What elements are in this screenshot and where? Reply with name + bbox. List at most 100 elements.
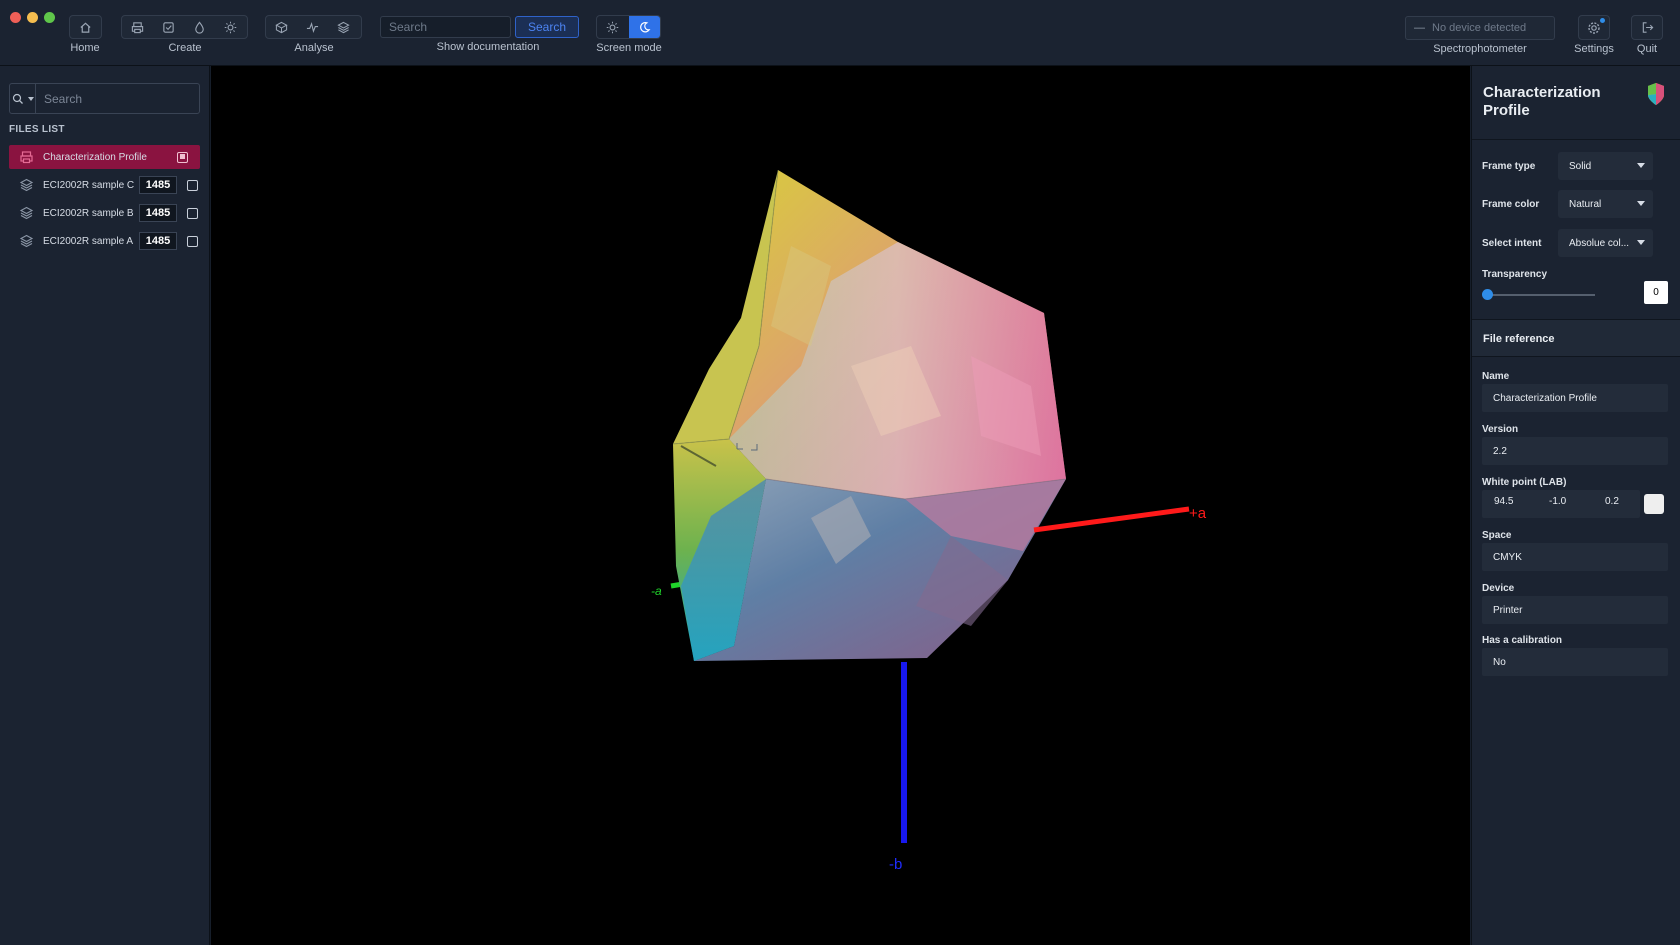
frame-type-label: Frame type <box>1482 161 1536 172</box>
search-button[interactable]: Search <box>515 16 579 38</box>
analyse-label: Analyse <box>294 42 334 54</box>
home-label: Home <box>70 42 100 54</box>
create-label: Create <box>168 42 202 54</box>
calibration-field: No <box>1482 648 1668 676</box>
file-visibility-checkbox[interactable] <box>187 179 198 191</box>
frame-type-select[interactable]: Solid <box>1558 152 1653 180</box>
close-window-button[interactable] <box>10 12 21 23</box>
file-visibility-checkbox[interactable] <box>177 151 188 163</box>
file-visibility-checkbox[interactable] <box>187 207 198 219</box>
curve-button[interactable] <box>297 16 328 38</box>
home-group <box>69 15 102 39</box>
chevron-down-icon <box>1637 240 1645 245</box>
chevron-down-icon <box>1637 163 1645 168</box>
screen-mode-toggle <box>596 15 661 39</box>
maximize-window-button[interactable] <box>44 12 55 23</box>
patch-count: 1485 <box>139 176 177 194</box>
minimize-window-button[interactable] <box>27 12 38 23</box>
sidebar-search <box>9 83 200 114</box>
plus-a-axis <box>1033 506 1190 533</box>
version-label: Version <box>1482 424 1519 435</box>
minus-a-axis-label: -a <box>651 584 662 598</box>
file-row-sample-a[interactable]: ECI2002R sample A 1485 <box>9 229 200 253</box>
icc-profile-logo-icon <box>1648 83 1664 105</box>
white-point-b-value: 0.2 <box>1605 496 1619 507</box>
file-reference-title: File reference <box>1483 333 1555 345</box>
transparency-label: Transparency <box>1482 269 1548 280</box>
space-field: CMYK <box>1482 543 1668 571</box>
white-point-a-value: -1.0 <box>1549 496 1567 507</box>
light-mode-button[interactable] <box>597 16 629 38</box>
calibration-label: Has a calibration <box>1482 635 1563 646</box>
white-point-l-value: 94.5 <box>1494 496 1514 507</box>
quit-label: Quit <box>1636 43 1658 55</box>
file-reference-section: File reference <box>1472 319 1680 357</box>
file-visibility-checkbox[interactable] <box>187 235 198 247</box>
logout-icon <box>1642 22 1653 33</box>
print-button[interactable] <box>122 16 153 38</box>
files-search-input[interactable] <box>36 84 199 113</box>
files-sidebar: FILES LIST Characterization Profile ECI2… <box>0 66 210 945</box>
plus-a-axis-label: +a <box>1189 505 1207 522</box>
frame-color-select[interactable]: Natural <box>1558 190 1653 218</box>
light-button[interactable] <box>215 16 246 38</box>
quit-button[interactable] <box>1631 15 1663 40</box>
file-name: ECI2002R sample B <box>43 207 134 219</box>
patch-count: 1485 <box>139 232 177 250</box>
sun-icon <box>224 21 237 33</box>
layers-icon <box>9 234 43 248</box>
transparency-value-input[interactable]: 0 <box>1644 281 1668 304</box>
gamut-canvas[interactable]: -a +a -b <box>211 66 1470 945</box>
printer-icon <box>131 21 144 33</box>
top-toolbar: Home Create Analyse Search Show document… <box>0 0 1680 66</box>
file-name: ECI2002R sample C <box>43 179 135 191</box>
documentation-search-input[interactable] <box>380 16 511 38</box>
panel-title: Characterization Profile <box>1483 84 1601 119</box>
transparency-slider-track[interactable] <box>1487 294 1595 296</box>
device-label: Device <box>1482 583 1515 594</box>
frame-color-label: Frame color <box>1482 199 1540 210</box>
ink-button[interactable] <box>184 16 215 38</box>
transparency-slider-thumb[interactable] <box>1482 289 1493 300</box>
select-intent-label: Select intent <box>1482 238 1542 249</box>
file-name: ECI2002R sample A <box>43 235 134 247</box>
screen-mode-label: Screen mode <box>596 42 662 54</box>
dark-mode-button[interactable] <box>628 16 660 38</box>
home-button[interactable] <box>70 16 101 38</box>
settings-label: Settings <box>1574 43 1614 55</box>
minus-icon: — <box>1414 22 1425 34</box>
space-label: Space <box>1482 530 1512 541</box>
white-point-swatch <box>1644 494 1664 514</box>
patch-count: 1485 <box>139 204 177 222</box>
analyse-group <box>265 15 362 39</box>
checklist-button[interactable] <box>153 16 184 38</box>
layers-button[interactable] <box>328 16 359 38</box>
intent-value: Absolue col... <box>1569 237 1630 249</box>
intent-select[interactable]: Absolue col... <box>1558 229 1653 257</box>
file-row-sample-c[interactable]: ECI2002R sample C 1485 <box>9 173 200 197</box>
spectrophotometer-label: Spectrophotometer <box>1433 43 1527 55</box>
printer-icon <box>9 150 43 164</box>
files-list-title: FILES LIST <box>9 124 65 135</box>
gamut-3d-viewport[interactable]: -a +a -b <box>211 66 1470 945</box>
moon-icon <box>639 21 651 32</box>
name-label: Name <box>1482 371 1510 382</box>
chevron-down-icon <box>27 96 34 101</box>
layers-icon <box>337 21 350 33</box>
chevron-down-icon <box>1637 201 1645 206</box>
search-filter-button[interactable] <box>10 84 36 113</box>
file-row-characterization-profile[interactable]: Characterization Profile <box>9 145 200 169</box>
white-point-label: White point (LAB) <box>1482 477 1567 488</box>
gamut-button[interactable] <box>266 16 297 38</box>
show-documentation-label[interactable]: Show documentation <box>424 41 552 53</box>
search-icon <box>12 93 23 104</box>
file-row-sample-b[interactable]: ECI2002R sample B 1485 <box>9 201 200 225</box>
checkbox-icon <box>163 21 174 33</box>
version-field: 2.2 <box>1482 437 1668 465</box>
settings-button[interactable] <box>1578 15 1610 40</box>
gear-icon <box>1588 21 1600 34</box>
name-field: Characterization Profile <box>1482 384 1668 412</box>
device-status-box[interactable]: — No device detected <box>1405 16 1555 40</box>
frame-type-value: Solid <box>1569 160 1592 172</box>
file-name: Characterization Profile <box>43 151 147 163</box>
